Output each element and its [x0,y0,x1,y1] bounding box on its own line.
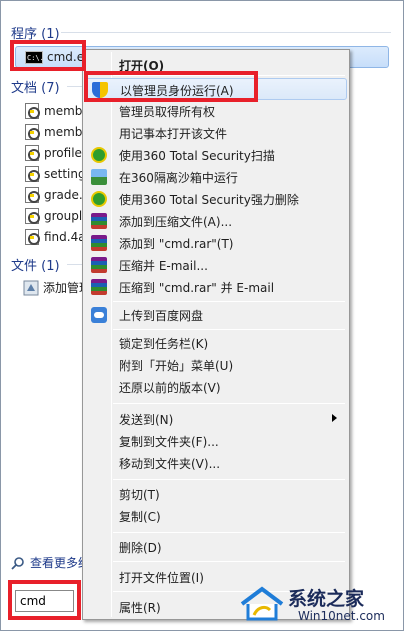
menu-item-send-to[interactable]: 发送到(N) [85,408,347,430]
document-file-icon [25,103,40,119]
menu-separator [113,532,345,533]
menu-item-pin-to-taskbar[interactable]: 锁定到任务栏(K) [85,332,347,354]
watermark-url: Win10net.com [298,609,385,623]
sandbox-icon [91,169,107,185]
menu-item-360-sandbox[interactable]: 在360隔离沙箱中运行 [85,166,347,188]
see-more-label: 查看更多结 [30,556,91,570]
group-header-files[interactable]: 文件 (1) [11,255,60,274]
menu-item-label: 管理员取得所有权 [119,105,216,119]
document-file-icon [25,124,40,140]
menu-item-label: 添加到 "cmd.rar"(T) [119,237,234,251]
menu-item-label: 锁定到任务栏(K) [119,337,209,351]
menu-item-label: 发送到(N) [119,413,174,427]
menu-item-360-scan[interactable]: 使用360 Total Security扫描 [85,144,347,166]
menu-item-label: 附到「开始」菜单(U) [119,359,234,373]
menu-item-compress-email[interactable]: 压缩并 E-mail... [85,254,347,276]
menu-item-label: 压缩到 "cmd.rar" 并 E-mail [119,281,275,295]
house-logo-icon [240,586,284,621]
menu-separator [113,479,345,480]
search-icon [11,556,24,570]
baidu-netdisk-icon [91,307,107,323]
submenu-arrow-icon [332,414,337,422]
group-header-programs[interactable]: 程序 (1) [11,23,60,42]
winrar-icon [91,213,107,229]
watermark-title: 系统之家 [288,588,365,610]
see-more-results-link[interactable]: 查看更多结 [11,554,90,571]
menu-item-label: 打开文件位置(I) [119,571,204,585]
menu-item-label: 使用360 Total Security扫描 [119,149,275,163]
menu-item-label: 属性(R) [119,601,161,615]
file-shortcut-icon [23,280,39,295]
menu-separator [113,75,345,76]
menu-separator [113,329,345,330]
menu-item-move-to-folder[interactable]: 移动到文件夹(V)... [85,452,347,474]
menu-item-label: 上传到百度网盘 [119,309,204,323]
document-item-label: setting [44,167,86,181]
menu-item-label: 以管理员身份运行(A) [120,84,234,98]
menu-item-pin-to-start[interactable]: 附到「开始」菜单(U) [85,354,347,376]
watermark-logo: 系统之家 Win10net.com [240,582,400,626]
document-file-icon [25,145,40,161]
menu-item-upload-baidu-netdisk[interactable]: 上传到百度网盘 [85,304,347,326]
menu-item-label: 删除(D) [119,541,162,555]
menu-item-delete[interactable]: 删除(D) [85,536,347,558]
menu-item-label: 用记事本打开该文件 [119,127,228,141]
menu-separator [113,301,345,302]
menu-separator [113,561,345,562]
menu-item-label: 复制(C) [119,510,161,524]
start-search-input[interactable]: cmd [15,590,74,612]
uac-shield-icon [92,82,108,98]
menu-item-label: 还原以前的版本(V) [119,381,221,395]
menu-item-label: 添加到压缩文件(A)... [119,215,233,229]
context-menu: 打开(O) 以管理员身份运行(A) 管理员取得所有权 用记事本打开该文件 使用3… [82,49,350,620]
document-item-label: find.4a [44,230,86,244]
menu-item-compress-cmd-rar-email[interactable]: 压缩到 "cmd.rar" 并 E-mail [85,276,347,298]
menu-item-label: 复制到文件夹(F)... [119,435,219,449]
360-icon [91,191,107,207]
group-header-documents[interactable]: 文档 (7) [11,77,60,96]
menu-item-label: 在360隔离沙箱中运行 [119,171,238,185]
winrar-icon [91,235,107,251]
menu-item-label: 使用360 Total Security强力删除 [119,193,299,207]
menu-item-run-as-admin[interactable]: 以管理员身份运行(A) [85,78,347,100]
menu-item-cut[interactable]: 剪切(T) [85,483,347,505]
menu-item-take-ownership[interactable]: 管理员取得所有权 [85,100,347,122]
menu-item-copy-to-folder[interactable]: 复制到文件夹(F)... [85,430,347,452]
menu-item-open-with-notepad[interactable]: 用记事本打开该文件 [85,122,347,144]
document-item-label: groupl [44,209,83,223]
document-file-icon [25,166,40,182]
menu-item-add-to-archive[interactable]: 添加到压缩文件(A)... [85,210,347,232]
file-item[interactable]: 添加管理 [23,279,91,296]
menu-item-label: 剪切(T) [119,488,160,502]
document-item-label: profile. [44,146,86,160]
menu-item-label: 打开(O) [119,59,165,73]
document-file-icon [25,208,40,224]
360-icon [91,147,107,163]
cmd-program-icon: C:\. [25,51,44,64]
group-divider [61,32,391,33]
menu-item-label: 压缩并 E-mail... [119,259,208,273]
menu-item-open[interactable]: 打开(O) [85,54,347,76]
document-item-label: grade. [44,188,83,202]
menu-separator [113,403,345,404]
group-divider [67,86,83,87]
menu-item-restore-previous-versions[interactable]: 还原以前的版本(V) [85,376,347,398]
winrar-icon [91,279,107,295]
menu-item-copy[interactable]: 复制(C) [85,505,347,527]
document-file-icon [25,229,40,245]
menu-item-360-force-delete[interactable]: 使用360 Total Security强力删除 [85,188,347,210]
document-file-icon [25,187,40,203]
menu-item-add-to-cmd-rar[interactable]: 添加到 "cmd.rar"(T) [85,232,347,254]
menu-item-label: 移动到文件夹(V)... [119,457,221,471]
winrar-icon [91,257,107,273]
group-divider [67,264,83,265]
